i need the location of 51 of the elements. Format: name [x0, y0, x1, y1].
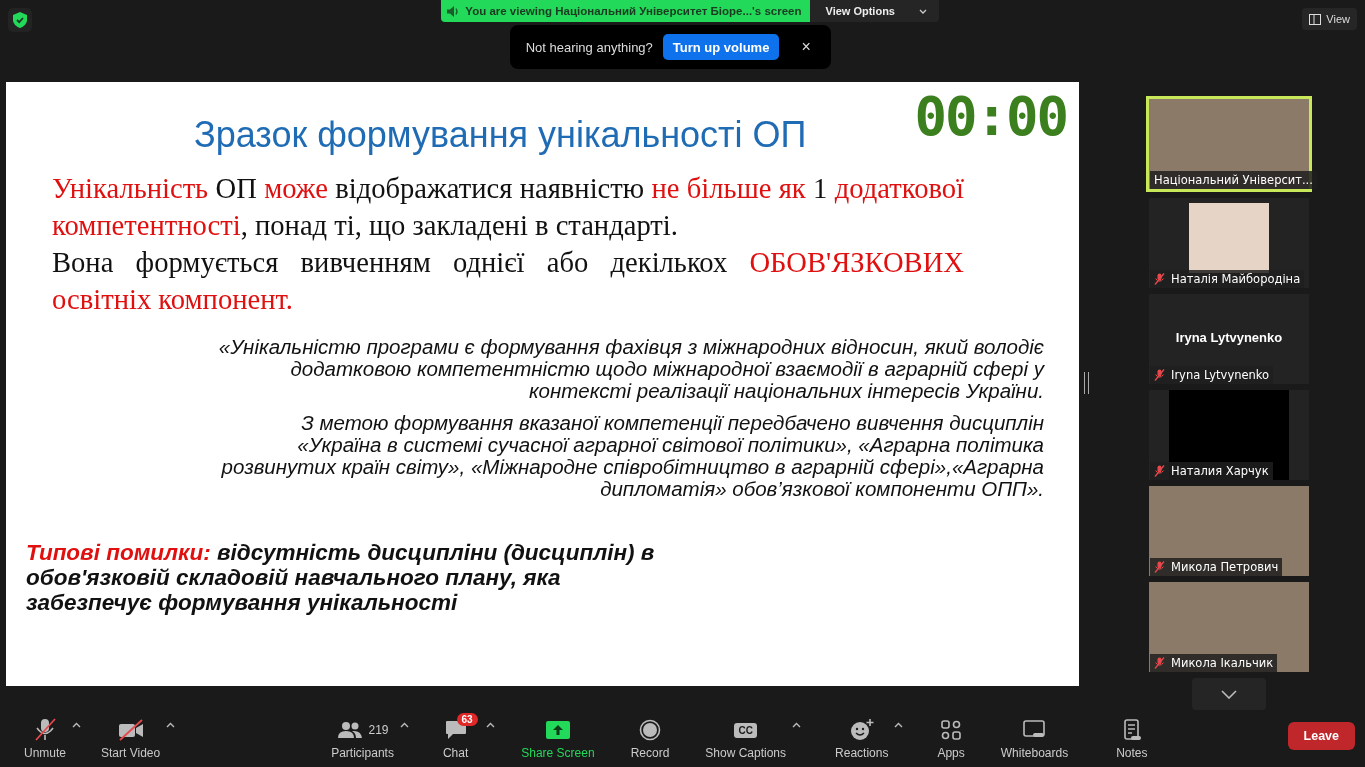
record-button[interactable]: Record: [626, 708, 674, 764]
people-icon: [336, 721, 363, 739]
view-button[interactable]: View: [1302, 8, 1357, 30]
resize-handle[interactable]: [1084, 372, 1089, 394]
chat-button[interactable]: 63 Chat: [438, 708, 485, 764]
speaker-icon: [447, 5, 460, 17]
notebook-icon: [1121, 719, 1142, 741]
slide-paragraph: Вона формується вивченням однієї або декількох ОБОВ'ЯЗКОВИХ освітніх компонент.: [52, 246, 964, 317]
chevron-down-icon: [1221, 689, 1237, 699]
whiteboards-button[interactable]: Whiteboards: [996, 708, 1073, 764]
participant-name-tag: Микола Петрович: [1150, 558, 1283, 576]
security-badge[interactable]: [8, 8, 32, 32]
participant-name-tag: Iryna Lytvynenko: [1150, 366, 1274, 384]
participant-display-name: Iryna Lytvynenko: [1175, 330, 1283, 345]
notes-button[interactable]: Notes: [1112, 708, 1152, 764]
grid-icon: [1309, 13, 1322, 25]
smiley-plus-icon: [849, 719, 874, 741]
mic-button[interactable]: Unmute: [20, 708, 71, 764]
leave-button[interactable]: Leave: [1287, 722, 1355, 750]
participant-name-tag: Микола Ікальчик: [1150, 654, 1278, 672]
record-icon: [639, 719, 661, 741]
reactions-button[interactable]: Reactions: [831, 708, 893, 764]
close-button[interactable]: ×: [799, 38, 813, 56]
share-button[interactable]: Share Screen: [517, 708, 599, 764]
participant-name-tag: Наталія Майбородіна: [1150, 270, 1305, 288]
turn-up-volume-button[interactable]: Turn up volume: [662, 34, 780, 60]
whiteboard-icon: [1023, 720, 1046, 740]
caret-icon: [919, 8, 927, 14]
typical-errors-text: Типові помилки: відсутність дисципліни (дисциплін) в обов'язковій складовій навчального плану, яка забезпечує формування унікальності: [26, 540, 656, 615]
quote-paragraph: З метою формування вказаної компетенції передбачено вивчення дисциплін «Україна в системі сучасної аграрної світової політики», «Аграрна політика розвинутих країн світу», «Міжнародне співробітництво в аграрній сфері»,«Аграрна дипломатія» обов’язкової компоненти ОПП».: [220, 412, 1044, 500]
captions-button[interactable]: CC Show Captions: [701, 708, 791, 764]
apps-icon: [941, 720, 962, 740]
caret-up-icon: [894, 722, 904, 728]
participants-button[interactable]: 219 Participants: [327, 708, 398, 764]
screen-share-banner: You are viewing Національний Університет Біоре...'s screen: [441, 0, 810, 22]
notice-text: Not hearing anything?: [525, 39, 653, 55]
caret-up-icon: [399, 722, 409, 728]
view-options-button[interactable]: View Options: [809, 0, 939, 22]
unread-count-badge: 63: [456, 713, 478, 726]
slide-paragraph: Унікальність ОП може відображатися наявністю не більше як 1 додаткової компетентності, понад ті, що закладені в стандарті.: [52, 172, 964, 243]
captions-icon: CC: [734, 722, 757, 738]
countdown-timer: 00:00: [914, 90, 1067, 144]
caret-up-icon: [72, 722, 82, 728]
video-button[interactable]: Start Video: [97, 708, 165, 764]
apps-button[interactable]: Apps: [933, 708, 969, 764]
quote-paragraph: «Унікальністю програми є формування фахівця з міжнародних відносин, який володіє додатковою компетентністю щодо міжнародної взаємодії в аграрній сфері у контексті реалізації національних інтересів України.: [217, 336, 1044, 402]
caret-up-icon: [166, 722, 176, 728]
caret-up-icon: [792, 722, 802, 728]
caret-up-icon: [486, 722, 496, 728]
participant-name-tag: Наталия Харчук: [1150, 462, 1273, 480]
slide-title: Зразок формування унікальності ОП: [192, 113, 808, 156]
